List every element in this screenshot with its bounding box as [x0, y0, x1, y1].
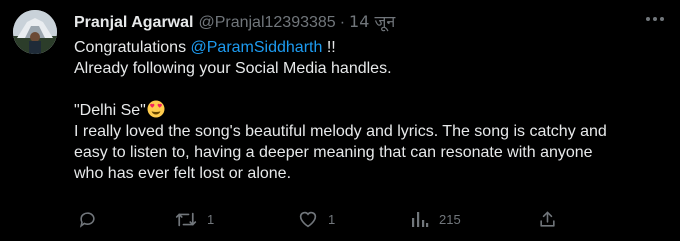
share-button[interactable] [538, 207, 557, 231]
share-icon [540, 211, 555, 227]
author-handle[interactable]: @Pranjal12393385 [198, 14, 335, 32]
like-button[interactable]: 1 [298, 207, 335, 231]
song-title: "Delhi Se" [74, 102, 146, 119]
views-icon [412, 212, 429, 227]
text-line-song: "Delhi Se" [74, 100, 664, 121]
retweet-count: 1 [207, 211, 215, 227]
congrats-text: Congratulations [74, 39, 191, 56]
retweet-button[interactable]: 1 [175, 207, 214, 231]
text-line-review-2: easy to listen to, having a deeper meani… [74, 144, 593, 161]
heart-eyes-emoji-icon [147, 100, 165, 118]
like-icon [299, 211, 317, 228]
more-icon[interactable] [644, 12, 666, 26]
text-line-review-3: who has ever felt lost or alone. [74, 165, 292, 182]
views-button[interactable]: 215 [411, 207, 461, 231]
congrats-suffix: !! [322, 39, 336, 56]
reply-button[interactable] [78, 207, 107, 231]
author-name[interactable]: Pranjal Agarwal [74, 14, 193, 32]
reply-icon [79, 211, 95, 228]
text-line-following: Already following your Social Media hand… [74, 60, 392, 77]
separator-dot: · [339, 14, 346, 31]
views-count: 215 [439, 211, 461, 227]
tweet-card[interactable]: Pranjal Agarwal @Pranjal12393385 · 14 जू… [0, 0, 680, 241]
tweet-text: Congratulations @ParamSiddharth !! Alrea… [74, 37, 664, 184]
like-count: 1 [328, 211, 336, 227]
mention-link[interactable]: @ParamSiddharth [191, 39, 323, 56]
action-bar: 1 1 215 [70, 207, 570, 231]
retweet-icon [175, 212, 197, 226]
tweet-date[interactable]: 14 जून [349, 10, 395, 32]
avatar[interactable] [13, 10, 57, 54]
text-line-congrats: Congratulations @ParamSiddharth !! [74, 37, 664, 58]
text-line-review-1: I really loved the song's beautiful melo… [74, 123, 607, 140]
